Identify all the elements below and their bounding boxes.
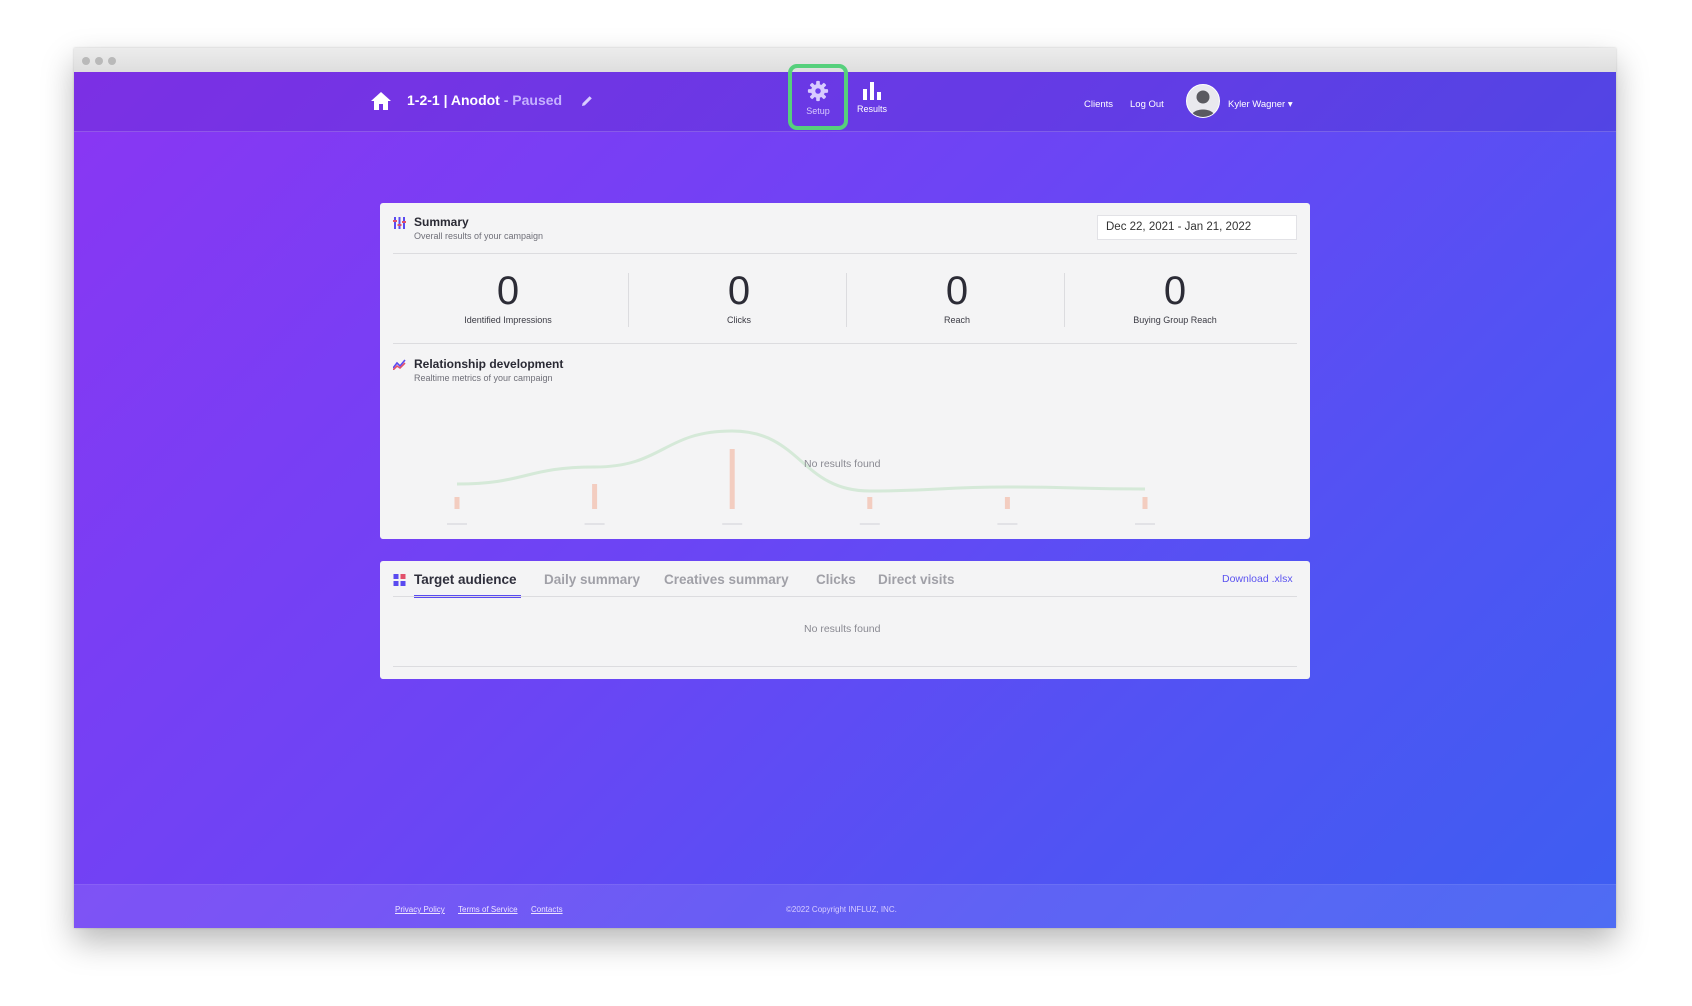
setup-nav-button[interactable]: Setup xyxy=(788,64,848,130)
audience-card: Target audience Daily summary Creatives … xyxy=(380,561,1310,679)
stat-label: Buying Group Reach xyxy=(1133,315,1217,325)
browser-window: 1-2-1 | Anodot - Paused Setup Results Cl… xyxy=(74,48,1616,928)
chart-tick xyxy=(859,523,880,525)
user-silhouette-icon xyxy=(1191,90,1215,117)
divider xyxy=(393,343,1297,344)
tab-target-audience[interactable]: Target audience xyxy=(414,572,517,587)
chart-tick xyxy=(584,523,605,525)
chart-series-line xyxy=(456,429,1146,493)
window-close-dot[interactable] xyxy=(82,57,90,65)
stat-value: 0 xyxy=(496,269,520,313)
campaign-status: - Paused xyxy=(503,92,563,108)
tab-creatives-summary[interactable]: Creatives summary xyxy=(664,572,789,587)
bar-chart-icon xyxy=(863,82,881,100)
clients-link[interactable]: Clients xyxy=(1084,99,1113,110)
pencil-icon[interactable] xyxy=(580,94,594,108)
chart-bar xyxy=(592,484,598,509)
contacts-link[interactable]: Contacts xyxy=(531,905,563,914)
sliders-icon xyxy=(393,217,406,229)
stat-clicks: 0 Clicks xyxy=(632,271,846,325)
copyright-text: ©2022 Copyright INFLUZ, INC. xyxy=(786,905,897,914)
stat-buying-group-reach: 0 Buying Group Reach xyxy=(1068,271,1282,325)
divider xyxy=(393,666,1297,667)
user-name: Kyler Wagner xyxy=(1228,99,1286,110)
stat-value: 0 xyxy=(727,269,751,313)
gear-icon xyxy=(807,80,829,102)
divider xyxy=(393,596,1297,597)
stat-value: 0 xyxy=(945,269,969,313)
divider xyxy=(628,273,629,327)
summary-subtitle: Overall results of your campaign xyxy=(414,231,544,241)
divider xyxy=(1064,273,1065,327)
stat-value: 0 xyxy=(1163,269,1187,313)
home-icon[interactable] xyxy=(370,91,392,111)
trend-line-icon xyxy=(393,359,406,370)
chevron-down-icon: ▾ xyxy=(1287,99,1293,110)
chart-bar xyxy=(867,497,873,509)
stat-label: Clicks xyxy=(727,315,751,325)
chart-bar xyxy=(1142,497,1148,509)
chart-bar xyxy=(729,449,735,509)
chart-tick xyxy=(447,523,467,525)
divider xyxy=(393,253,1297,254)
summary-card: Summary Overall results of your campaign… xyxy=(380,203,1310,539)
chart-bar xyxy=(454,497,460,509)
grid-icon xyxy=(393,574,406,586)
date-range-picker[interactable]: Dec 22, 2021 - Jan 21, 2022 xyxy=(1097,215,1297,240)
logout-link[interactable]: Log Out xyxy=(1130,99,1164,110)
campaign-name: 1-2-1 | Anodot xyxy=(407,92,500,108)
table-empty-message: No results found xyxy=(804,623,881,635)
summary-title: Summary xyxy=(414,215,469,229)
tab-direct-visits[interactable]: Direct visits xyxy=(878,572,955,587)
footer: Privacy Policy Terms of Service Contacts… xyxy=(74,884,1616,928)
privacy-policy-link[interactable]: Privacy Policy xyxy=(395,905,445,914)
relationship-subtitle: Realtime metrics of your campaign xyxy=(414,373,553,383)
stat-reach: 0 Reach xyxy=(850,271,1064,325)
tab-daily-summary[interactable]: Daily summary xyxy=(544,572,640,587)
chart-tick xyxy=(722,523,743,525)
download-xlsx-link[interactable]: Download .xlsx xyxy=(1222,573,1293,585)
tab-clicks[interactable]: Clicks xyxy=(816,572,856,587)
stat-label: Reach xyxy=(943,315,970,325)
avatar[interactable] xyxy=(1186,84,1220,118)
relationship-title: Relationship development xyxy=(414,357,564,371)
app-area: 1-2-1 | Anodot - Paused Setup Results Cl… xyxy=(74,64,1616,928)
divider xyxy=(846,273,847,327)
top-navigation-bar: 1-2-1 | Anodot - Paused Setup Results Cl… xyxy=(74,64,1616,132)
results-nav-label: Results xyxy=(856,104,887,114)
chart-tick xyxy=(1135,523,1155,525)
setup-nav-label: Setup xyxy=(806,106,830,116)
chart-tick xyxy=(997,523,1018,525)
stat-label: Identified Impressions xyxy=(464,315,552,325)
window-minimize-dot[interactable] xyxy=(95,57,103,65)
results-nav-button[interactable]: Results xyxy=(852,80,892,126)
campaign-breadcrumb: 1-2-1 | Anodot - Paused xyxy=(407,92,562,108)
user-menu[interactable]: Kyler Wagner ▾ xyxy=(1228,99,1293,110)
window-zoom-dot[interactable] xyxy=(108,57,116,65)
chart-bar xyxy=(1004,497,1010,509)
chart-empty-message: No results found xyxy=(804,458,881,470)
stat-identified-impressions: 0 Identified Impressions xyxy=(393,271,623,325)
terms-of-service-link[interactable]: Terms of Service xyxy=(458,905,518,914)
